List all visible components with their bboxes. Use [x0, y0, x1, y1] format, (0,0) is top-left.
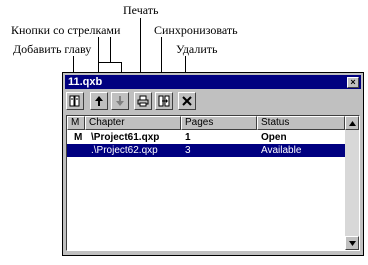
- row-chapter: .\Project62.qxp: [91, 145, 158, 156]
- add-chapter-callout: Добавить главу: [13, 42, 92, 56]
- sync-icon: [158, 95, 170, 107]
- book-palette-window: 11.qxb × M Chapter Pages Status M \Proje…: [62, 72, 364, 256]
- row-pages: 1: [185, 132, 191, 143]
- column-header-chapter[interactable]: Chapter: [85, 116, 181, 130]
- print-button[interactable]: [134, 92, 152, 110]
- triangle-down-icon: [349, 241, 356, 246]
- column-header-marker[interactable]: M: [67, 116, 85, 130]
- triangle-up-icon: [349, 121, 356, 126]
- row-pages: 3: [185, 145, 191, 156]
- delete-button[interactable]: [178, 92, 196, 110]
- move-down-button[interactable]: [111, 92, 129, 110]
- synchronize-button[interactable]: [155, 92, 173, 110]
- scroll-up-button[interactable]: [345, 116, 359, 130]
- printer-icon: [137, 95, 149, 107]
- scroll-down-button[interactable]: [345, 236, 359, 250]
- table-row[interactable]: .\Project62.qxp 3 Available: [67, 144, 345, 157]
- column-header-pages[interactable]: Pages: [181, 116, 257, 130]
- row-status: Open: [261, 132, 287, 143]
- print-callout: Печать: [123, 3, 159, 17]
- delete-callout: Удалить: [176, 42, 218, 56]
- book-icon: [69, 95, 80, 107]
- table-row[interactable]: M \Project61.qxp 1 Open: [67, 131, 345, 144]
- vertical-scrollbar[interactable]: [345, 116, 359, 250]
- chapter-list[interactable]: M Chapter Pages Status M \Project61.qxp …: [66, 115, 360, 251]
- close-icon[interactable]: ×: [347, 77, 359, 88]
- arrow-up-icon: [95, 96, 103, 106]
- sync-callout: Синхронизовать: [154, 23, 238, 37]
- x-icon: [182, 96, 192, 106]
- column-header-status[interactable]: Status: [257, 116, 345, 130]
- row-marker: M: [74, 132, 83, 143]
- window-titlebar[interactable]: 11.qxb ×: [65, 75, 361, 89]
- window-title: 11.qxb: [68, 76, 103, 88]
- row-chapter: \Project61.qxp: [91, 132, 160, 143]
- add-chapter-button[interactable]: [66, 92, 84, 110]
- row-status: Available: [261, 145, 302, 156]
- arrow-down-icon: [116, 96, 124, 106]
- leader-arrows-b: [110, 37, 111, 63]
- arrows-callout: Кнопки со стрелками: [11, 23, 121, 37]
- move-up-button[interactable]: [90, 92, 108, 110]
